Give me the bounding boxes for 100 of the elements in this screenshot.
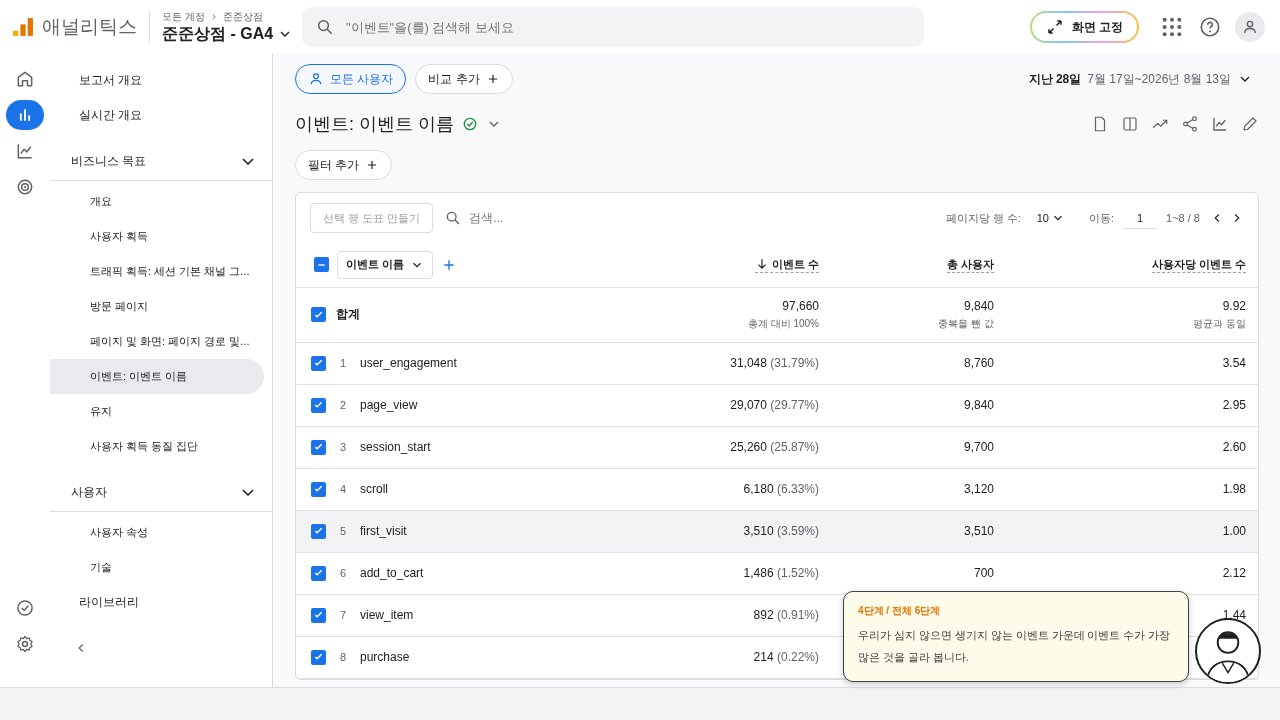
total-label: 합계 bbox=[336, 306, 360, 323]
event-name: session_start bbox=[360, 440, 431, 454]
checkbox[interactable] bbox=[311, 649, 326, 665]
nav-item[interactable]: 실시간 개요 bbox=[50, 98, 272, 133]
split-view-button[interactable] bbox=[1121, 115, 1139, 133]
table-cell: 3,510 (3.59%) bbox=[743, 524, 819, 538]
chevron-down-icon bbox=[242, 489, 254, 496]
nav-section-header[interactable]: 비즈니스 목표 bbox=[50, 143, 272, 181]
nav-item[interactable]: 라이브러리 bbox=[50, 585, 272, 620]
user-icon bbox=[1241, 18, 1259, 36]
table-cell: 2.12 bbox=[1222, 566, 1246, 580]
table-cell: 2.60 bbox=[1222, 440, 1246, 454]
table-row[interactable]: 4 scroll 6,180 (6.33%) 3,120 1.98 bbox=[296, 468, 1258, 510]
table-row[interactable]: 5 first_visit 3,510 (3.59%) 3,510 1.00 bbox=[296, 510, 1258, 552]
rail-button[interactable] bbox=[6, 100, 44, 130]
checkbox[interactable] bbox=[311, 355, 326, 371]
nav-item[interactable]: 보고서 개요 bbox=[50, 63, 272, 98]
nav-section-header[interactable]: 사용자 bbox=[50, 474, 272, 512]
table-cell: 2.95 bbox=[1222, 398, 1246, 412]
table-cell: 1,486 (1.52%) bbox=[743, 566, 819, 580]
add-filter-button[interactable]: 필터 추가 bbox=[295, 150, 393, 180]
table-row[interactable]: 1 user_engagement 31,048 (31.79%) 8,760 3.54 bbox=[296, 342, 1258, 384]
checkbox[interactable] bbox=[314, 257, 329, 273]
line-chart-button[interactable] bbox=[1211, 115, 1229, 133]
row-number: 5 bbox=[338, 525, 348, 537]
total-value: 97,660 bbox=[782, 298, 819, 313]
column-header[interactable]: 사용자당 이벤트 수 bbox=[1151, 256, 1246, 273]
column-header[interactable]: 총 사용자 bbox=[946, 256, 994, 273]
table-cell: 29,070 (29.77%) bbox=[730, 398, 819, 412]
segment-chip[interactable]: 모든 사용자 bbox=[295, 64, 407, 94]
page-range: 1~8 / 8 bbox=[1166, 212, 1200, 224]
table-cell: 25,260 (25.87%) bbox=[730, 440, 819, 454]
nav-item[interactable]: 기술 bbox=[50, 550, 264, 585]
checkbox[interactable] bbox=[311, 307, 326, 322]
table-cell: 214 (0.22%) bbox=[753, 650, 819, 664]
date-range-picker[interactable]: 지난 28일 7월 17일~2026년 8월 13일 bbox=[1022, 69, 1259, 89]
target-icon bbox=[15, 177, 35, 197]
go-to-label: 이동: bbox=[1089, 210, 1115, 226]
checkbox[interactable] bbox=[311, 607, 326, 623]
help-icon bbox=[1199, 16, 1221, 38]
breadcrumb-link[interactable]: 모든 계정 bbox=[162, 9, 205, 24]
row-number: 2 bbox=[338, 399, 348, 411]
event-name: user_engagement bbox=[360, 356, 457, 370]
table-cell: 6,180 (6.33%) bbox=[743, 482, 819, 496]
edit-button[interactable] bbox=[1241, 115, 1259, 133]
nav-item[interactable]: 이벤트: 이벤트 이름 bbox=[50, 359, 264, 394]
share-icon bbox=[1181, 115, 1199, 133]
rows-per-page-label: 페이지당 행 수: bbox=[945, 210, 1021, 226]
event-name: first_visit bbox=[360, 524, 407, 538]
total-note: 중복을 뺀 값 bbox=[937, 316, 994, 331]
nav-item[interactable]: 개요 bbox=[50, 184, 264, 219]
event-name: page_view bbox=[360, 398, 418, 412]
report-title: 이벤트: 이벤트 이름 bbox=[295, 113, 454, 136]
checkbox[interactable] bbox=[311, 439, 326, 455]
nav-item[interactable]: 유지 bbox=[50, 394, 264, 429]
table-cell: 1.44 bbox=[1222, 608, 1246, 622]
search-icon bbox=[445, 210, 462, 226]
search-input[interactable]: "이벤트"을(를) 검색해 보세요 bbox=[344, 18, 910, 36]
nav-item[interactable]: 방문 페이지 bbox=[50, 289, 264, 324]
nav-item[interactable]: 페이지 및 화면: 페이지 경로 및... bbox=[50, 324, 264, 359]
total-value: 9,840 bbox=[963, 298, 994, 313]
chevron-down-icon bbox=[242, 158, 254, 165]
total-note: 평균과 동일 bbox=[1192, 316, 1246, 331]
nav-item[interactable]: 트래픽 획득: 세션 기본 채널 그... bbox=[50, 254, 264, 289]
table-row[interactable]: 3 session_start 25,260 (25.87%) 9,700 2.60 bbox=[296, 426, 1258, 468]
expand-arrows-icon bbox=[1045, 18, 1064, 36]
table-cell: 1.98 bbox=[1222, 482, 1246, 496]
row-number: 7 bbox=[338, 609, 348, 621]
table-cell: 3.54 bbox=[1222, 356, 1246, 370]
total-value: 9.92 bbox=[1222, 298, 1246, 313]
checkbox[interactable] bbox=[311, 565, 326, 581]
event-name: purchase bbox=[360, 650, 410, 664]
table-row[interactable]: 2 page_view 29,070 (29.77%) 9,840 2.95 bbox=[296, 384, 1258, 426]
row-number: 1 bbox=[338, 357, 348, 369]
nav-item[interactable]: 사용자 속성 bbox=[50, 515, 264, 550]
table-cell: 3,120 bbox=[963, 482, 994, 496]
row-number: 8 bbox=[338, 651, 348, 663]
search-field[interactable]: "이벤트"을(를) 검색해 보세요 bbox=[302, 7, 924, 47]
line-chart-icon bbox=[15, 141, 35, 161]
rows-per-page-select[interactable]: 10 bbox=[1030, 210, 1071, 226]
property-selector[interactable]: 준준상점 - GA4 bbox=[162, 23, 294, 45]
dimension-selector[interactable]: 이벤트 이름 bbox=[337, 250, 434, 279]
column-header[interactable]: 이벤트 수 bbox=[754, 256, 819, 273]
add-comparison-button[interactable]: 비교 추가 bbox=[415, 64, 513, 94]
search-icon bbox=[316, 18, 334, 36]
nav-item[interactable]: 사용자 획득 bbox=[50, 219, 264, 254]
nav-item[interactable]: 사용자 획득 동질 집단 bbox=[50, 429, 264, 464]
table-cell: 700 bbox=[973, 566, 994, 580]
product-name: 애널리틱스 bbox=[42, 15, 137, 39]
checkbox[interactable] bbox=[311, 481, 326, 497]
table-cell: 892 (0.91%) bbox=[753, 608, 819, 622]
event-name: scroll bbox=[360, 482, 388, 496]
share-button[interactable] bbox=[1181, 115, 1199, 133]
account-avatar[interactable] bbox=[1235, 12, 1265, 42]
check-circle-icon bbox=[15, 598, 35, 618]
edit-icon bbox=[1241, 115, 1259, 133]
checkbox[interactable] bbox=[311, 397, 326, 413]
checkbox[interactable] bbox=[311, 523, 326, 539]
analytics-logo-icon bbox=[12, 17, 34, 37]
breadcrumb-link[interactable]: 준준상점 bbox=[222, 9, 263, 24]
